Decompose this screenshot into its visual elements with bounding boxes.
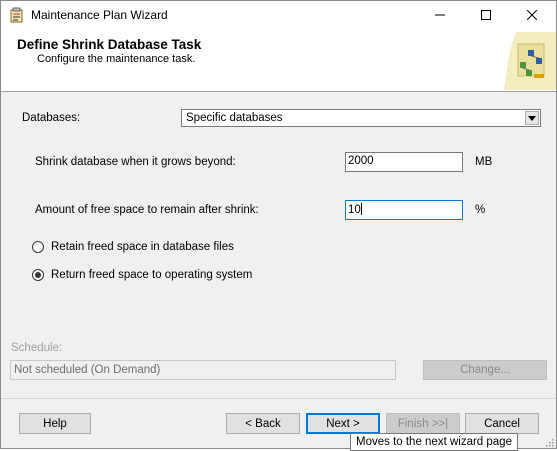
databases-label: Databases:	[22, 112, 81, 124]
change-schedule-label: Change...	[460, 364, 510, 376]
maximize-icon	[481, 10, 491, 20]
retain-space-label[interactable]: Retain freed space in database files	[51, 241, 234, 253]
databases-selected-value: Specific databases	[186, 112, 283, 124]
shrink-unit-label: MB	[475, 156, 493, 168]
minimize-icon	[435, 14, 445, 16]
window-title: Maintenance Plan Wizard	[31, 8, 168, 22]
schedule-value: Not scheduled (On Demand)	[14, 364, 161, 376]
free-space-input[interactable]: 10	[345, 200, 463, 220]
shrink-threshold-value: 2000	[348, 155, 374, 167]
wizard-window: Maintenance Plan Wizard Define Shrink Da…	[0, 0, 557, 449]
databases-dropdown[interactable]: Specific databases	[181, 109, 541, 127]
close-button[interactable]	[509, 1, 555, 29]
next-button-tooltip: Moves to the next wizard page	[350, 433, 518, 451]
finish-button[interactable]: Finish >>|	[386, 413, 460, 434]
footer-divider	[1, 398, 556, 399]
text-caret	[360, 203, 362, 215]
chevron-down-icon[interactable]	[525, 111, 539, 125]
return-space-label[interactable]: Return freed space to operating system	[51, 269, 252, 281]
back-button-label: < Back	[245, 417, 281, 430]
maximize-button[interactable]	[463, 1, 509, 29]
retain-space-radio[interactable]	[32, 241, 44, 253]
minimize-button[interactable]	[417, 1, 463, 29]
task-content: Databases: Specific databases Shrink dat…	[1, 92, 556, 398]
back-button[interactable]: < Back	[226, 413, 300, 434]
title-bar[interactable]: Maintenance Plan Wizard	[1, 1, 556, 29]
return-space-radio[interactable]	[32, 269, 44, 281]
finish-button-label: Finish >>|	[397, 417, 449, 430]
schedule-display: Not scheduled (On Demand)	[10, 360, 396, 380]
wizard-header: Define Shrink Database Task Configure th…	[1, 29, 556, 92]
shrink-threshold-input[interactable]: 2000	[345, 152, 463, 172]
schedule-label: Schedule:	[11, 342, 63, 354]
app-icon	[9, 7, 25, 23]
next-button[interactable]: Next >	[306, 413, 380, 434]
free-space-unit-label: %	[475, 204, 486, 216]
page-title: Define Shrink Database Task	[17, 37, 202, 52]
cancel-button[interactable]: Cancel	[465, 413, 539, 434]
close-icon	[527, 10, 537, 20]
tooltip-text: Moves to the next wizard page	[356, 436, 512, 448]
cancel-button-label: Cancel	[484, 417, 520, 430]
free-space-value: 10	[348, 204, 361, 216]
page-subtitle: Configure the maintenance task.	[37, 53, 196, 65]
shrink-threshold-label: Shrink database when it grows beyond:	[35, 156, 236, 168]
help-button[interactable]: Help	[19, 413, 91, 434]
help-button-label: Help	[43, 417, 67, 430]
resize-grip-icon[interactable]	[544, 436, 554, 447]
wizard-graphic-icon	[496, 30, 556, 90]
change-schedule-button[interactable]: Change...	[423, 360, 547, 380]
next-button-label: Next >	[326, 417, 360, 430]
free-space-label: Amount of free space to remain after shr…	[35, 204, 259, 216]
